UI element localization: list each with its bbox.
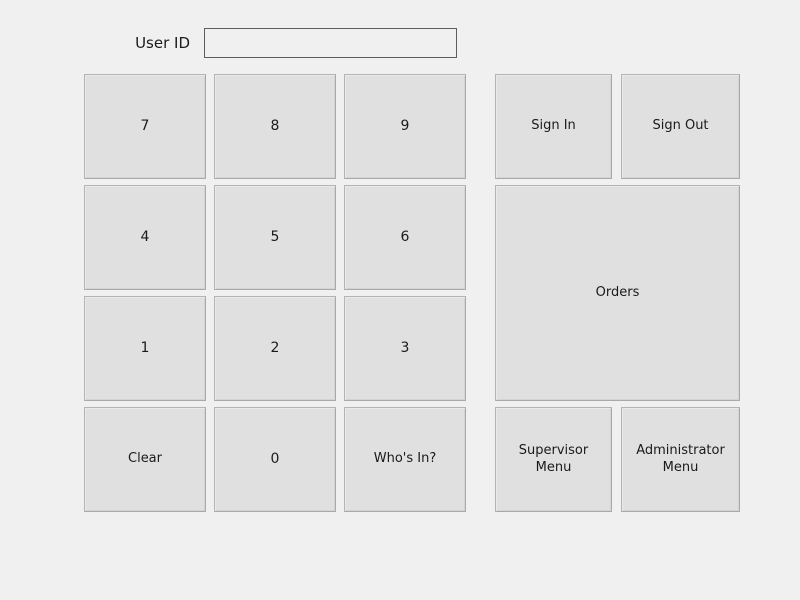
supervisor-menu-button[interactable]: Supervisor Menu <box>495 407 612 512</box>
clear-button-label: Clear <box>128 451 162 468</box>
whos-in-button[interactable]: Who's In? <box>344 407 466 512</box>
time-clock-screen: User ID 7 8 9 4 5 6 1 2 3 Clear 0 Who's … <box>0 0 800 600</box>
clear-button[interactable]: Clear <box>84 407 206 512</box>
keypad-button-4[interactable]: 4 <box>84 185 206 290</box>
keypad-button-4-label: 4 <box>141 229 150 247</box>
keypad-button-0-label: 0 <box>271 451 280 469</box>
keypad-button-7[interactable]: 7 <box>84 74 206 179</box>
keypad-button-0[interactable]: 0 <box>214 407 336 512</box>
keypad-button-2-label: 2 <box>271 340 280 358</box>
keypad-button-6-label: 6 <box>401 229 410 247</box>
user-id-input[interactable] <box>204 28 457 58</box>
keypad-button-8[interactable]: 8 <box>214 74 336 179</box>
keypad-button-7-label: 7 <box>141 118 150 136</box>
orders-button-label: Orders <box>596 285 640 302</box>
user-id-row: User ID <box>84 26 466 60</box>
keypad-button-3[interactable]: 3 <box>344 296 466 401</box>
keypad-button-2[interactable]: 2 <box>214 296 336 401</box>
keypad-button-5[interactable]: 5 <box>214 185 336 290</box>
keypad-button-6[interactable]: 6 <box>344 185 466 290</box>
whos-in-button-label: Who's In? <box>374 451 437 468</box>
sign-in-button[interactable]: Sign In <box>495 74 612 179</box>
sign-out-button-label: Sign Out <box>652 118 708 135</box>
keypad-button-3-label: 3 <box>401 340 410 358</box>
keypad-button-5-label: 5 <box>271 229 280 247</box>
sign-out-button[interactable]: Sign Out <box>621 74 740 179</box>
administrator-menu-button-label: Administrator Menu <box>636 443 725 476</box>
administrator-menu-button[interactable]: Administrator Menu <box>621 407 740 512</box>
user-id-label: User ID <box>84 36 204 51</box>
keypad-button-1[interactable]: 1 <box>84 296 206 401</box>
keypad-button-9-label: 9 <box>401 118 410 136</box>
keypad-button-9[interactable]: 9 <box>344 74 466 179</box>
keypad-button-8-label: 8 <box>271 118 280 136</box>
keypad-button-1-label: 1 <box>141 340 150 358</box>
supervisor-menu-button-label: Supervisor Menu <box>502 443 605 476</box>
orders-button[interactable]: Orders <box>495 185 740 401</box>
sign-in-button-label: Sign In <box>531 118 576 135</box>
